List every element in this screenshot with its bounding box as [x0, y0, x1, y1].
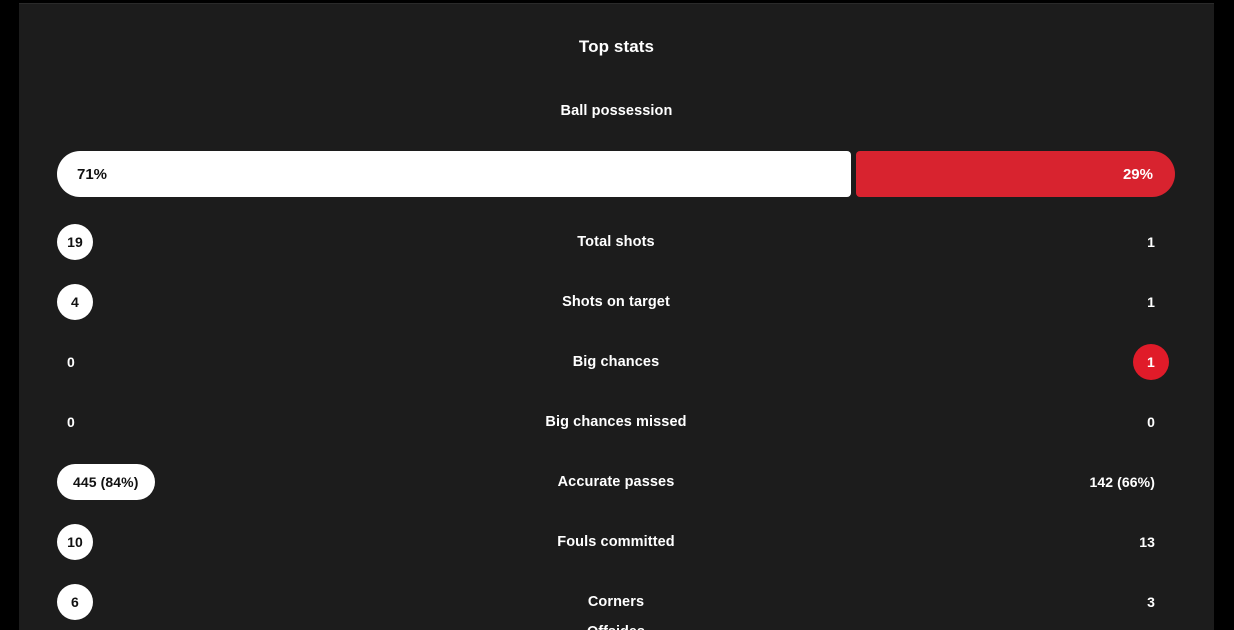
possession-home-bar: 71% [57, 151, 851, 197]
stat-left-cell: 10 [57, 524, 426, 560]
stat-left-cell: 4 [57, 284, 426, 320]
stat-left-cell: 19 [57, 224, 426, 260]
stat-value: 0 [67, 354, 75, 370]
stat-value: 142 (66%) [1089, 474, 1155, 490]
stat-right-cell: 0 [806, 415, 1175, 429]
stat-value: 3 [1147, 594, 1155, 610]
possession-away-bar: 29% [855, 151, 1175, 197]
ball-possession-bar: 71% 29% [57, 151, 1175, 197]
stat-value-badge-highlight: 1 [1132, 344, 1169, 380]
stat-value-badge: 19 [57, 224, 93, 260]
stat-value-badge: 10 [57, 524, 93, 560]
stat-label: Accurate passes [557, 474, 675, 490]
possession-away-value: 29% [1122, 165, 1153, 183]
stat-row: 19 Total shots 1 [57, 212, 1175, 272]
top-stats-panel: Top stats Ball possession 71% 29% 19 Tota… [19, 3, 1214, 630]
page-title: Top stats [578, 37, 655, 56]
screen-root: Top stats Ball possession 71% 29% 19 Tota… [0, 0, 1234, 630]
possession-home-value: 71% [77, 165, 108, 183]
stat-row: 10 Fouls committed 13 [57, 512, 1175, 572]
stat-value-badge: 4 [57, 284, 93, 320]
stat-label: Corners [587, 594, 645, 610]
stat-label: Big chances missed [545, 414, 687, 430]
stat-row: 6 Corners 3 [57, 572, 1175, 630]
ball-possession-heading: Ball possession [560, 103, 673, 119]
stat-value: 13 [1139, 534, 1155, 550]
stat-left-cell: 0 [57, 415, 426, 429]
stat-right-cell: 3 [806, 595, 1175, 609]
next-stat-row-partial: Offsides [57, 625, 1175, 630]
stat-value: 0 [1147, 414, 1155, 430]
stat-value: 0 [67, 414, 75, 430]
stat-label: Big chances [572, 354, 660, 370]
stat-right-cell: 142 (66%) [806, 475, 1175, 489]
stat-right-cell: 1 [806, 295, 1175, 309]
stat-label: Total shots [577, 234, 655, 250]
next-stat-row-label: Offsides [57, 625, 1175, 630]
stat-row: 0 Big chances 1 [57, 332, 1175, 392]
stat-label: Fouls committed [557, 534, 675, 550]
stat-right-cell: 1 [806, 235, 1175, 249]
stat-left-cell: 0 [57, 355, 426, 369]
stat-value: 1 [1147, 294, 1155, 310]
stat-label: Shots on target [562, 294, 670, 310]
stat-left-cell: 6 [57, 584, 426, 620]
stat-value-badge: 445 (84%) [57, 464, 155, 500]
stat-left-cell: 445 (84%) [57, 464, 426, 500]
stat-right-cell: 13 [806, 535, 1175, 549]
stat-right-cell: 1 [806, 344, 1175, 380]
stats-list: 19 Total shots 1 4 Shots on target 1 0 Big chan… [57, 212, 1175, 630]
stat-row: 0 Big chances missed 0 [57, 392, 1175, 452]
stat-value: 1 [1147, 234, 1155, 250]
stat-row: 4 Shots on target 1 [57, 272, 1175, 332]
stat-row: 445 (84%) Accurate passes 142 (66%) [57, 452, 1175, 512]
stat-value-badge: 6 [57, 584, 93, 620]
